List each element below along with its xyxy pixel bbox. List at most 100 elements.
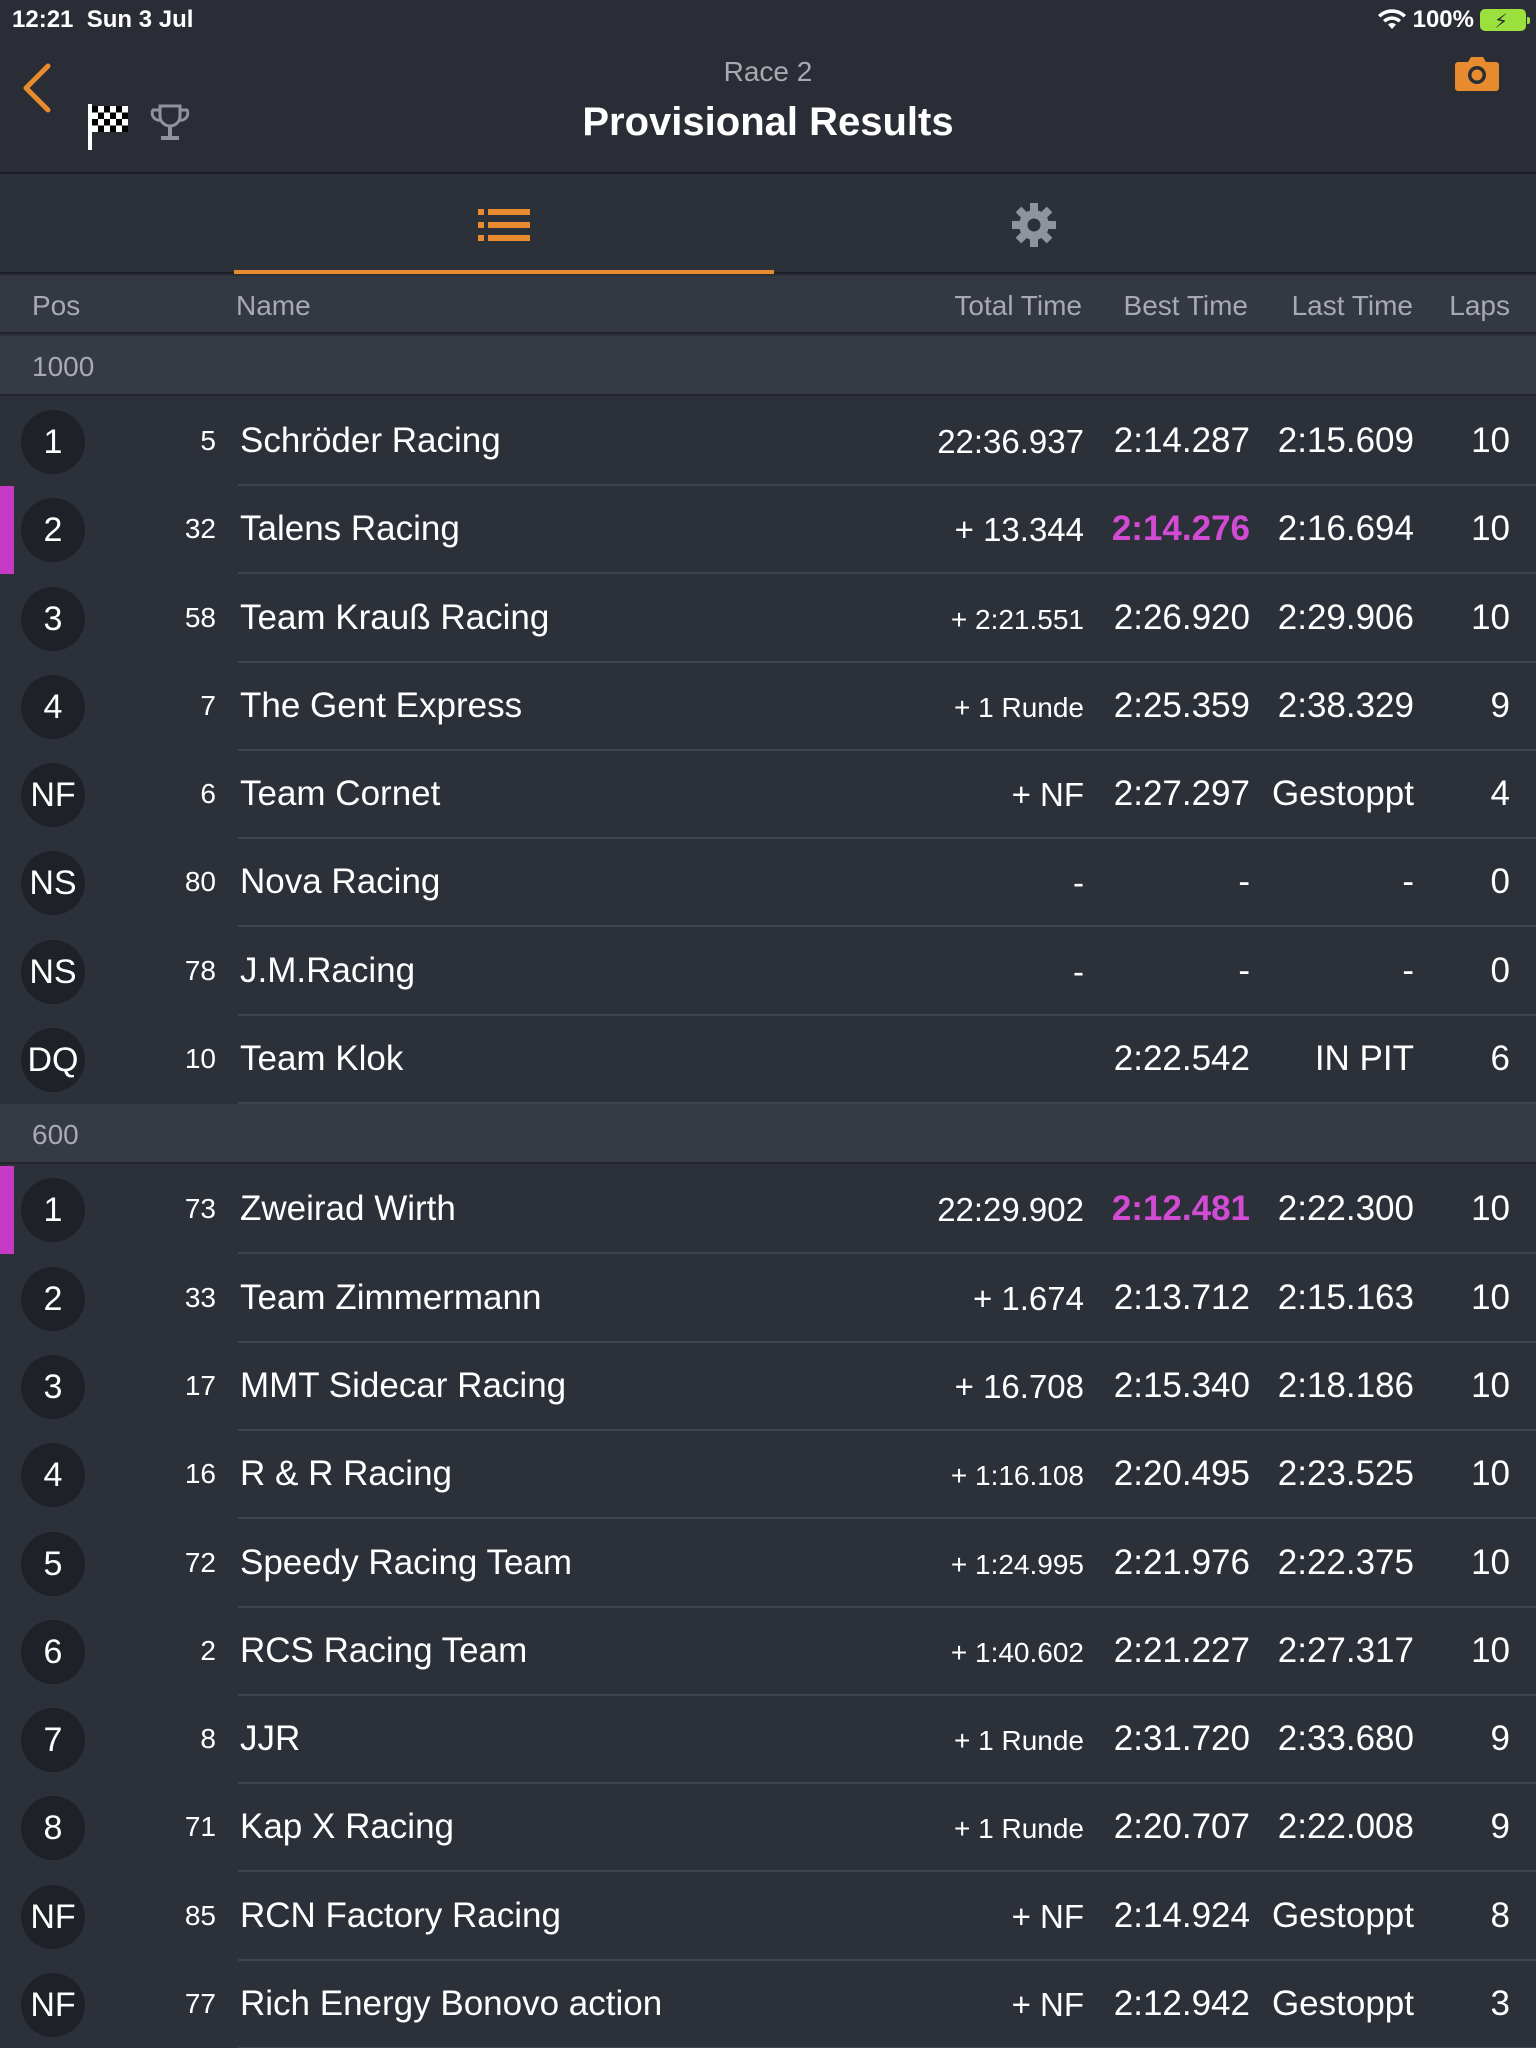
table-row[interactable]: 6 2 RCS Racing Team + 1:40.602 2:21.227 2:27.…	[0, 1608, 1536, 1696]
table-row[interactable]: 2 32 Talens Racing + 13.344 2:14.276 2:16.694…	[0, 486, 1536, 574]
section-header: 1000	[0, 336, 1536, 396]
start-number: 71	[184, 1811, 216, 1842]
best-time: 2:15.340	[1113, 1366, 1250, 1405]
total-time: -	[1073, 953, 1084, 990]
laps: 10	[1471, 1454, 1510, 1493]
laps: 9	[1490, 1719, 1510, 1758]
page-subtitle: Race 2	[723, 56, 813, 87]
col-total-time[interactable]: Total Time	[954, 290, 1082, 322]
position-badge: 3	[21, 1355, 85, 1419]
section-label: 600	[32, 1119, 79, 1151]
table-row[interactable]: 4 7 The Gent Express + 1 Runde 2:25.359 2:38.…	[0, 663, 1536, 751]
status-right: 100% ⚡	[1377, 6, 1530, 34]
table-row[interactable]: 5 72 Speedy Racing Team + 1:24.995 2:21.976 2…	[0, 1520, 1536, 1608]
tab-settings[interactable]	[774, 176, 1294, 274]
table-row[interactable]: NF 85 RCN Factory Racing + NF 2:14.924 Gestop…	[0, 1873, 1536, 1961]
total-time: + NF	[1011, 1898, 1084, 1935]
table-row[interactable]: DQ 10 Team Klok 2:22.542 IN PIT 6	[0, 1016, 1536, 1104]
col-last-time[interactable]: Last Time	[1292, 290, 1413, 322]
position-badge: NF	[21, 1973, 85, 2037]
position-badge: NF	[21, 1885, 85, 1949]
best-time: 2:20.707	[1113, 1807, 1250, 1846]
battery-icon: ⚡	[1480, 9, 1530, 33]
total-time: + 1:40.602	[950, 1637, 1084, 1668]
last-time: Gestoppt	[1271, 1984, 1414, 2023]
results-column-header: Pos Name Total Time Best Time Last Time …	[0, 276, 1536, 334]
table-row[interactable]: 8 71 Kap X Racing + 1 Runde 2:20.707 2:22.008…	[0, 1784, 1536, 1872]
col-name[interactable]: Name	[236, 290, 311, 322]
table-row[interactable]: 7 8 JJR + 1 Runde 2:31.720 2:33.680 9	[0, 1696, 1536, 1784]
wifi-icon	[1377, 9, 1406, 29]
last-time: -	[1402, 951, 1414, 990]
last-time: 2:16.694	[1277, 509, 1414, 548]
last-time: 2:27.317	[1277, 1631, 1414, 1670]
last-time: 2:22.375	[1277, 1543, 1414, 1582]
best-time: -	[1238, 862, 1250, 901]
total-time: 22:36.937	[937, 423, 1084, 460]
table-row[interactable]: NS 78 J.M.Racing - - - 0	[0, 928, 1536, 1016]
start-number: 17	[184, 1370, 216, 1401]
team-name: The Gent Express	[240, 686, 523, 725]
camera-icon[interactable]	[1454, 54, 1500, 92]
fastest-lap-marker	[0, 1166, 14, 1254]
best-time: -	[1238, 951, 1250, 990]
table-row[interactable]: NS 80 Nova Racing - - - 0	[0, 839, 1536, 927]
position-badge: NF	[21, 763, 85, 827]
team-name: Nova Racing	[240, 862, 441, 901]
section-header: 600	[0, 1104, 1536, 1165]
start-number: 85	[184, 1900, 216, 1931]
tab-results-list[interactable]	[234, 176, 774, 274]
table-row[interactable]: NF 77 Rich Energy Bonovo action + NF 2:12.94…	[0, 1961, 1536, 2048]
team-name: JJR	[240, 1719, 301, 1758]
team-name: R & R Racing	[240, 1454, 453, 1493]
team-name: Zweirad Wirth	[240, 1189, 456, 1228]
section-label: 1000	[32, 351, 95, 382]
team-name: Team Cornet	[240, 774, 441, 813]
position-badge: NS	[21, 940, 85, 1004]
table-row[interactable]: 3 17 MMT Sidecar Racing + 16.708 2:15.340 2:1…	[0, 1343, 1536, 1431]
laps: 9	[1490, 686, 1510, 725]
team-name: Speedy Racing Team	[240, 1543, 573, 1582]
table-row[interactable]: 4 16 R & R Racing + 1:16.108 2:20.495 2:23.52…	[0, 1431, 1536, 1519]
laps: 3	[1490, 1984, 1510, 2023]
table-row[interactable]: 3 58 Team Krauß Racing + 2:21.551 2:26.920 2:…	[0, 575, 1536, 663]
active-tab-indicator	[234, 270, 774, 274]
laps: 10	[1471, 509, 1510, 548]
last-time: 2:33.680	[1277, 1719, 1414, 1758]
table-row[interactable]: 1 73 Zweirad Wirth 22:29.902 2:12.481 2:22.30…	[0, 1166, 1536, 1254]
position-badge: 6	[21, 1620, 85, 1684]
total-time: + NF	[1011, 776, 1084, 813]
position-badge: 8	[21, 1796, 85, 1860]
team-name: J.M.Racing	[240, 951, 416, 990]
start-number: 80	[184, 866, 216, 897]
row-divider	[238, 1870, 1536, 1872]
list-icon	[478, 209, 530, 241]
start-number: 33	[184, 1282, 216, 1313]
col-best-time[interactable]: Best Time	[1124, 290, 1248, 322]
position-badge: 1	[21, 1178, 85, 1242]
best-time: 2:14.287	[1113, 421, 1250, 460]
last-time: 2:29.906	[1277, 598, 1414, 637]
position-badge: 3	[21, 587, 85, 651]
best-time: 2:31.720	[1113, 1719, 1250, 1758]
team-name: Team Klok	[240, 1039, 404, 1078]
best-time: 2:21.976	[1113, 1543, 1250, 1582]
team-name: MMT Sidecar Racing	[240, 1366, 567, 1405]
gear-icon	[1012, 203, 1056, 247]
team-name: Talens Racing	[240, 509, 460, 548]
best-time: 2:12.481	[1111, 1189, 1250, 1228]
best-time: 2:25.359	[1113, 686, 1250, 725]
start-number: 10	[184, 1043, 216, 1074]
last-time: 2:23.525	[1277, 1454, 1414, 1493]
col-pos[interactable]: Pos	[32, 290, 80, 322]
total-time: + 1:16.108	[950, 1460, 1084, 1491]
col-laps[interactable]: Laps	[1449, 290, 1510, 322]
start-number: 77	[184, 1988, 216, 2019]
table-row[interactable]: 1 5 Schröder Racing 22:36.937 2:14.287 2:15.6…	[0, 398, 1536, 486]
total-time: + 1 Runde	[954, 1725, 1084, 1756]
table-row[interactable]: 2 33 Team Zimmermann + 1.674 2:13.712 2:15.16…	[0, 1255, 1536, 1343]
team-name: Rich Energy Bonovo action	[240, 1984, 663, 2023]
table-row[interactable]: NF 6 Team Cornet + NF 2:27.297 Gestoppt 4	[0, 751, 1536, 839]
start-number: 5	[200, 425, 216, 456]
last-time: 2:15.163	[1277, 1278, 1414, 1317]
